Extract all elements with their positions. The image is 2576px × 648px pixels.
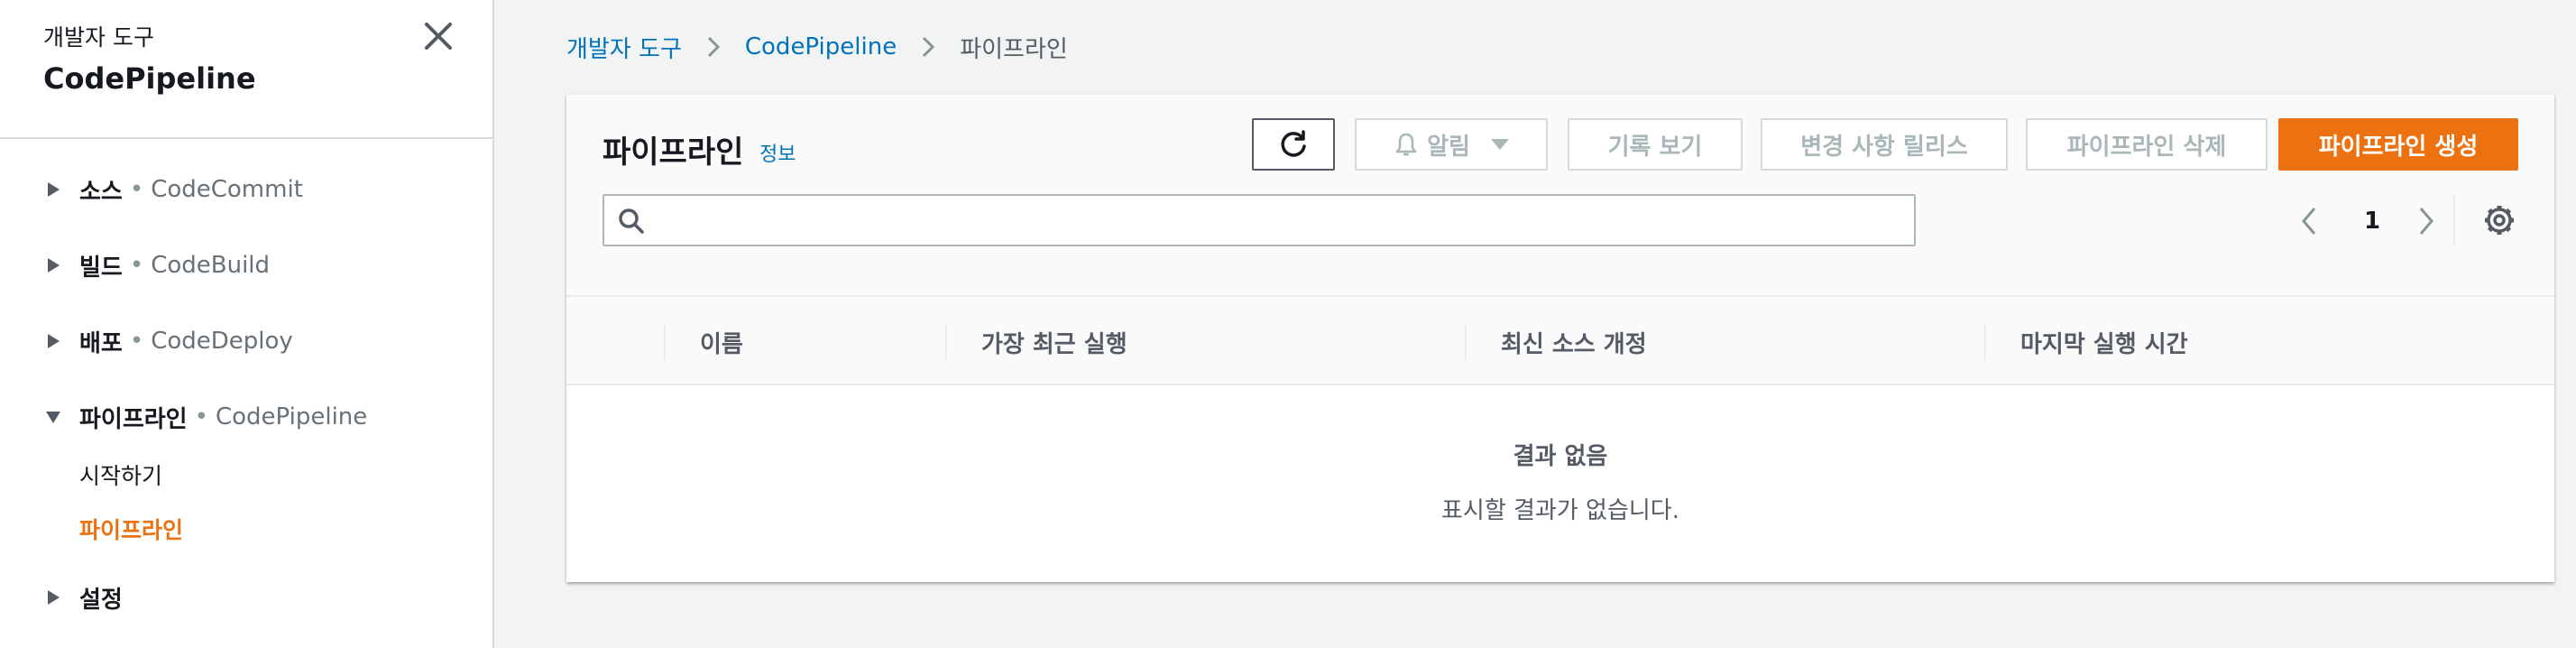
sidebar-title[interactable]: CodePipeline <box>43 61 256 96</box>
panel-title: 파이프라인 <box>603 134 744 171</box>
page-number[interactable]: 1 <box>2354 205 2390 237</box>
breadcrumb-developer-tools[interactable]: 개발자 도구 <box>566 31 682 64</box>
sidebar-item-source[interactable]: 소스 • CodeCommit <box>45 171 303 208</box>
sidebar-link-pipelines[interactable]: 파이프라인 <box>79 513 183 545</box>
notify-button-label: 알림 <box>1427 133 1470 161</box>
pagination-divider <box>2453 194 2455 246</box>
caret-down-icon <box>1490 139 1509 150</box>
column-divider <box>664 324 666 360</box>
breadcrumb-codepipeline[interactable]: CodePipeline <box>745 33 897 60</box>
refresh-icon <box>1281 130 1306 157</box>
sidebar-item-service: CodePipeline <box>215 403 368 430</box>
refresh-button[interactable] <box>1252 118 1335 171</box>
breadcrumb: 개발자 도구 CodePipeline 파이프라인 <box>566 29 1068 65</box>
side-navigation: 개발자 도구 CodePipeline 소스 • CodeCommit 빌드 •… <box>0 0 494 648</box>
pipelines-table-panel: 파이프라인 정보 알림 기록 보기 변경 사항 릴리스 파이프라인 삭제 파이프… <box>566 94 2554 582</box>
breadcrumb-current: 파이프라인 <box>960 35 1068 63</box>
sidebar-item-label: 소스 <box>79 178 123 206</box>
release-change-button[interactable]: 변경 사항 릴리스 <box>1761 118 2008 171</box>
caret-right-icon <box>48 182 60 197</box>
sidebar-item-label: 설정 <box>79 586 123 614</box>
caret-right-icon <box>48 590 60 605</box>
info-link[interactable]: 정보 <box>759 138 796 167</box>
caret-right-icon <box>48 334 60 348</box>
sidebar-divider <box>0 137 492 139</box>
caret-right-icon <box>48 258 60 273</box>
gear-icon[interactable] <box>2482 203 2516 237</box>
search-icon <box>619 208 644 234</box>
sidebar-header: 개발자 도구 CodePipeline <box>43 20 256 96</box>
sidebar-item-build[interactable]: 빌드 • CodeBuild <box>45 247 270 283</box>
column-divider <box>1984 324 1986 360</box>
column-header-latest-source-revision[interactable]: 최신 소스 개정 <box>1501 326 1647 359</box>
column-header-latest-execution[interactable]: 가장 최근 실행 <box>981 326 1127 359</box>
sidebar-item-pipeline[interactable]: 파이프라인 • CodePipeline <box>45 399 367 435</box>
column-header-name[interactable]: 이름 <box>700 326 743 359</box>
caret-down-icon <box>46 412 60 423</box>
sidebar-item-separator: • <box>129 328 144 355</box>
sidebar-item-separator: • <box>129 252 144 279</box>
column-divider <box>945 324 947 360</box>
sidebar-item-separator: • <box>194 403 208 430</box>
column-header-last-executed[interactable]: 마지막 실행 시간 <box>2020 326 2188 359</box>
sidebar-item-settings[interactable]: 설정 <box>45 579 123 616</box>
notify-button[interactable]: 알림 <box>1355 118 1548 171</box>
chevron-right-icon <box>923 36 935 58</box>
column-divider <box>1465 324 1467 360</box>
previous-page-icon[interactable] <box>2298 205 2320 237</box>
delete-pipeline-button[interactable]: 파이프라인 삭제 <box>2026 118 2268 171</box>
sidebar-item-separator: • <box>129 176 144 203</box>
panel-header: 파이프라인 정보 알림 기록 보기 변경 사항 릴리스 파이프라인 삭제 파이프… <box>566 95 2554 297</box>
search-input[interactable] <box>655 201 1903 241</box>
create-pipeline-button[interactable]: 파이프라인 생성 <box>2278 118 2518 171</box>
sidebar-item-service: CodeCommit <box>151 176 303 203</box>
next-page-icon[interactable] <box>2415 205 2437 237</box>
sidebar-item-service: CodeBuild <box>151 252 271 279</box>
chevron-right-icon <box>707 36 720 58</box>
sidebar-item-label: 빌드 <box>79 254 123 282</box>
empty-state-title: 결과 없음 <box>1513 443 1608 470</box>
sidebar-item-label: 파이프라인 <box>79 405 188 433</box>
view-history-button[interactable]: 기록 보기 <box>1568 118 1743 171</box>
bell-icon <box>1395 133 1417 156</box>
sidebar-link-getting-started[interactable]: 시작하기 <box>79 458 162 491</box>
sidebar-subtitle: 개발자 도구 <box>43 24 154 51</box>
search-box <box>603 194 1916 246</box>
sidebar-item-label: 배포 <box>79 329 123 357</box>
empty-state-text: 표시할 결과가 없습니다. <box>1441 497 1679 524</box>
close-icon[interactable] <box>420 18 456 54</box>
sidebar-item-service: CodeDeploy <box>151 328 293 355</box>
table-header: 이름 가장 최근 실행 최신 소스 개정 마지막 실행 시간 <box>566 297 2554 385</box>
sidebar-item-deploy[interactable]: 배포 • CodeDeploy <box>45 323 293 359</box>
